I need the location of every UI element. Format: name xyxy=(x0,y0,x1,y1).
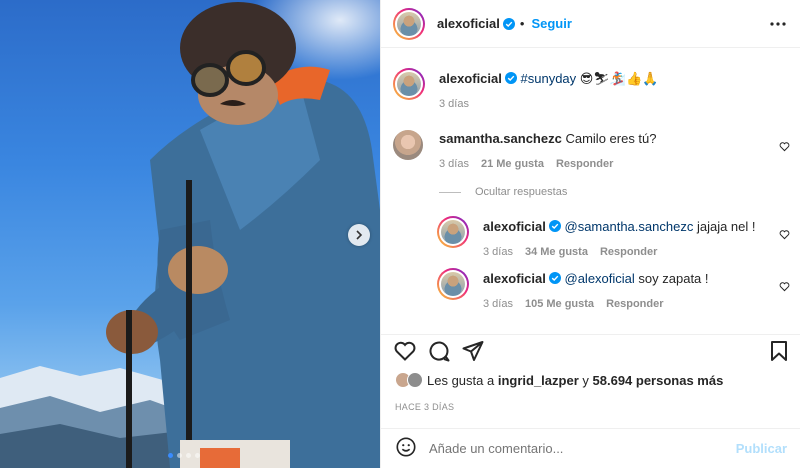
carousel-dot xyxy=(168,453,173,458)
carousel-next-button[interactable] xyxy=(348,224,370,246)
action-bar xyxy=(381,334,800,366)
hide-replies-label: Ocultar respuestas xyxy=(475,186,568,198)
post-header: alexoficial • Seguir xyxy=(381,0,800,48)
author-username[interactable]: alexoficial xyxy=(437,16,500,31)
heart-icon[interactable] xyxy=(779,140,790,155)
reply-likes[interactable]: 34 Me gusta xyxy=(525,246,588,258)
skier-illustration xyxy=(106,2,380,468)
reply: alexoficial @alexoficial soy zapata ! 3 … xyxy=(437,268,709,310)
heart-icon[interactable] xyxy=(393,339,417,363)
likes-prefix: Les gusta a xyxy=(427,372,495,388)
avatar[interactable] xyxy=(393,130,423,160)
hashtag-link[interactable]: #sunyday xyxy=(521,71,577,86)
reply-text: jajaja nel ! xyxy=(696,219,756,234)
comment: samantha.sanchezc Camilo eres tú? 3 días… xyxy=(393,130,657,170)
likes-count[interactable]: 58.694 personas más xyxy=(593,373,724,388)
heart-icon[interactable] xyxy=(779,228,790,243)
likes-summary: Les gusta a ingrid_lazper y 58.694 perso… xyxy=(395,372,723,388)
avatar[interactable] xyxy=(407,372,423,388)
comment-age: 3 días xyxy=(439,158,469,170)
mention-link[interactable]: @samantha.sanchezc xyxy=(565,219,694,234)
reply: alexoficial @samantha.sanchezc jajaja ne… xyxy=(437,216,756,258)
reply-username[interactable]: alexoficial xyxy=(483,271,546,286)
follow-button[interactable]: Seguir xyxy=(531,16,571,31)
chevron-right-icon xyxy=(356,230,363,240)
reply-text: soy zapata ! xyxy=(638,271,709,286)
reply-button[interactable]: Responder xyxy=(556,158,613,170)
reply-age: 3 días xyxy=(483,298,513,310)
avatar[interactable] xyxy=(437,216,469,248)
verified-icon xyxy=(548,220,561,232)
carousel-dot xyxy=(195,453,200,458)
reply-age: 3 días xyxy=(483,246,513,258)
carousel-dots xyxy=(168,453,200,458)
carousel-dot xyxy=(186,453,191,458)
emoji-icon[interactable] xyxy=(395,436,417,461)
avatar[interactable] xyxy=(437,268,469,300)
comment-icon[interactable] xyxy=(427,339,451,363)
publish-button[interactable]: Publicar xyxy=(736,441,787,456)
comment-username[interactable]: samantha.sanchezc xyxy=(439,131,562,146)
caption-username[interactable]: alexoficial xyxy=(439,71,502,86)
reply-button[interactable]: Responder xyxy=(600,246,657,258)
comment-text: Camilo eres tú? xyxy=(565,131,657,146)
caption-emojis: 😎⛷🏂👍🙏 xyxy=(579,71,659,86)
more-options-icon[interactable] xyxy=(770,16,786,35)
caption-meta: 3 días xyxy=(439,98,658,110)
reply-meta: 3 días 34 Me gusta Responder xyxy=(483,246,756,258)
likes-conj: y xyxy=(582,372,589,388)
reply-button[interactable]: Responder xyxy=(606,298,663,310)
comment-input[interactable] xyxy=(429,441,736,456)
post-timestamp[interactable]: HACE 3 DÍAS xyxy=(395,402,454,412)
caption-age: 3 días xyxy=(439,98,469,110)
liker-avatars xyxy=(395,372,423,388)
post-sidebar: alexoficial • Seguir alexoficial #sunyda… xyxy=(380,0,800,468)
avatar[interactable] xyxy=(393,68,425,100)
hide-replies-button[interactable]: Ocultar respuestas xyxy=(439,186,567,198)
verified-icon xyxy=(504,72,517,84)
verified-icon xyxy=(502,17,515,30)
liker-username[interactable]: ingrid_lazper xyxy=(498,373,579,388)
reply-username[interactable]: alexoficial xyxy=(483,219,546,234)
heart-icon[interactable] xyxy=(779,280,790,295)
mention-link[interactable]: @alexoficial xyxy=(565,271,635,286)
divider xyxy=(439,191,461,193)
comments-list: alexoficial #sunyday 😎⛷🏂👍🙏 3 días samant… xyxy=(381,48,800,334)
comment-composer: Publicar xyxy=(381,428,800,468)
comment-likes[interactable]: 21 Me gusta xyxy=(481,158,544,170)
avatar[interactable] xyxy=(393,7,425,40)
bookmark-icon[interactable] xyxy=(767,339,791,363)
reply-likes[interactable]: 105 Me gusta xyxy=(525,298,594,310)
share-icon[interactable] xyxy=(461,339,485,363)
reply-meta: 3 días 105 Me gusta Responder xyxy=(483,298,709,310)
separator-dot: • xyxy=(519,16,525,31)
caption: alexoficial #sunyday 😎⛷🏂👍🙏 3 días xyxy=(393,68,658,110)
carousel-dot xyxy=(177,453,182,458)
comment-meta: 3 días 21 Me gusta Responder xyxy=(439,158,657,170)
verified-icon xyxy=(548,272,561,284)
post-photo[interactable] xyxy=(0,0,380,468)
